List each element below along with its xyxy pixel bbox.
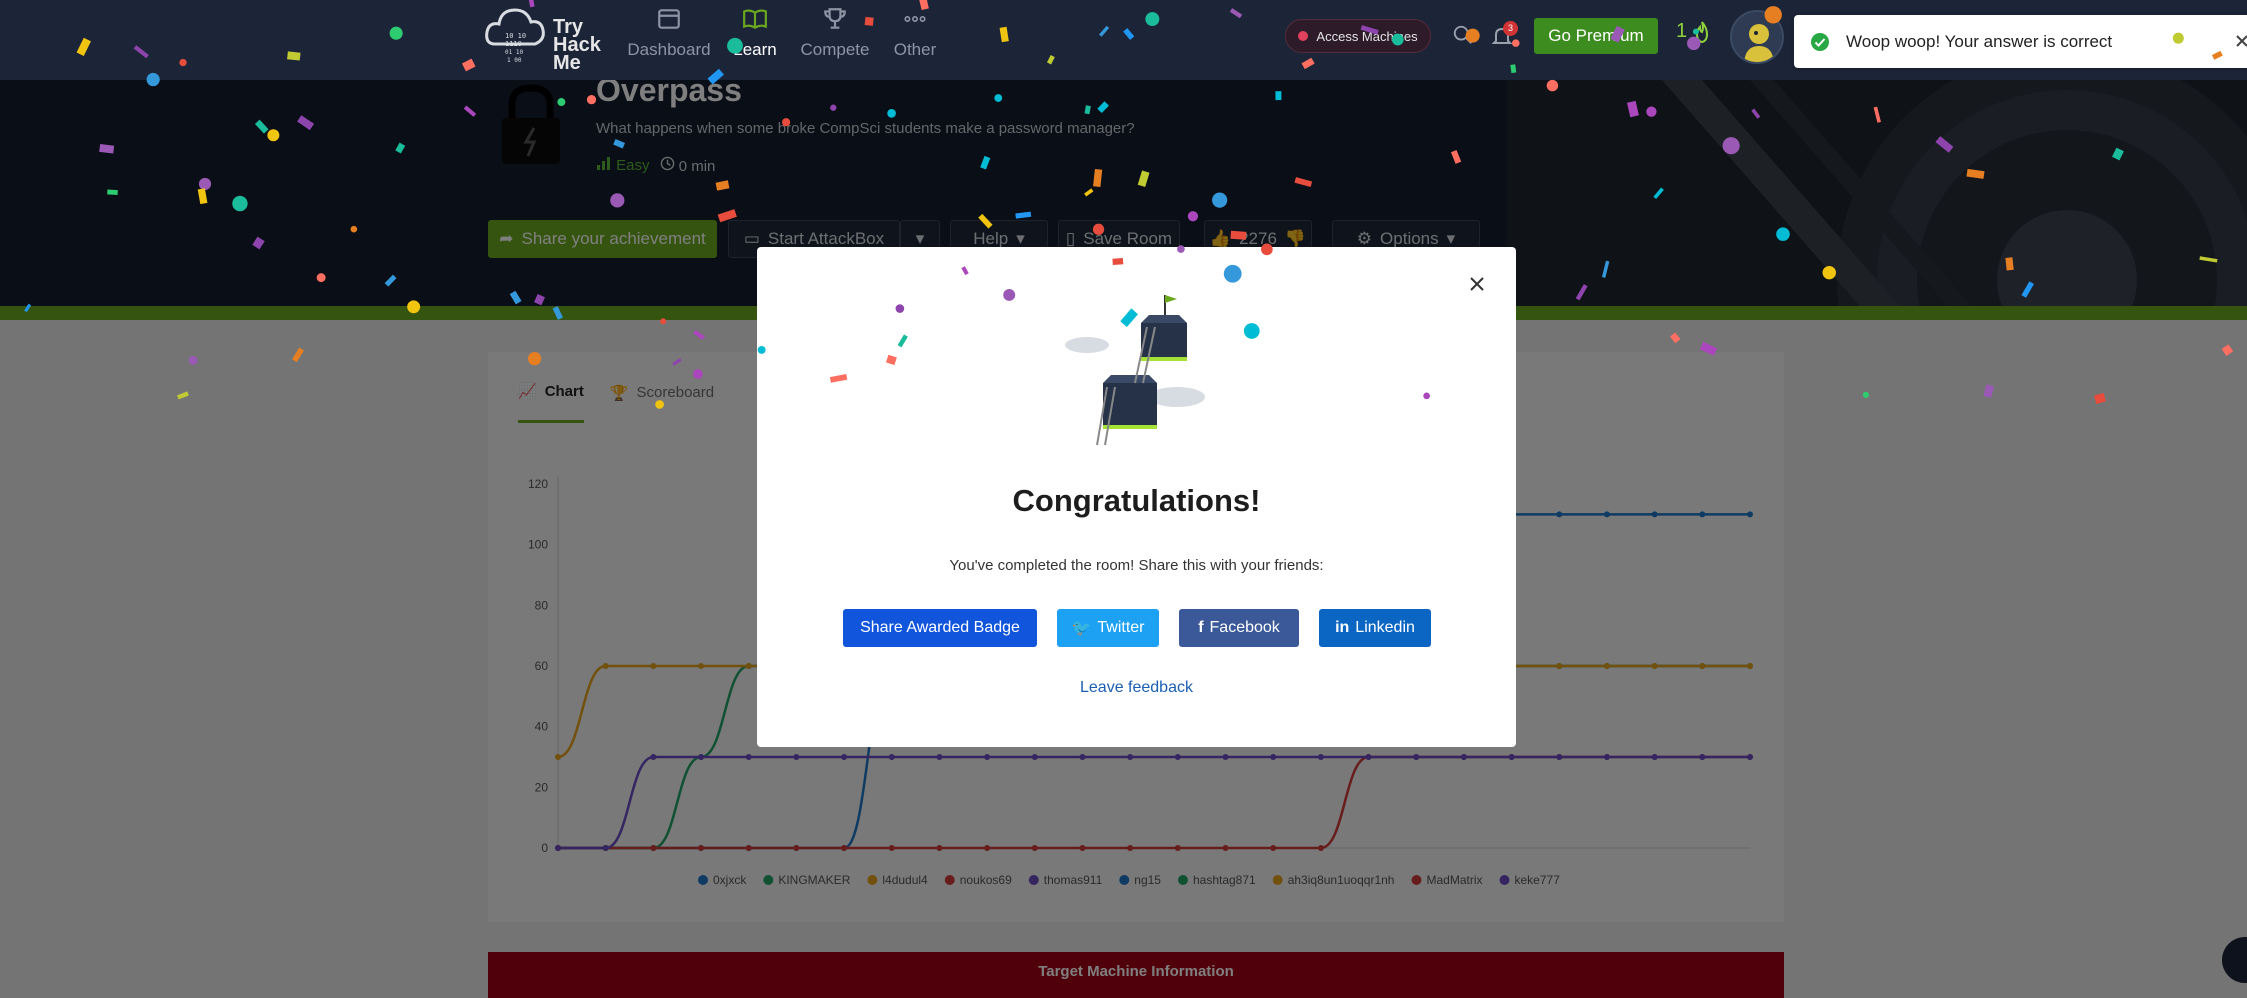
- dashboard-icon: [624, 6, 714, 36]
- flame-icon: [1696, 20, 1709, 43]
- avatar-image: [1744, 24, 1774, 62]
- status-dot: [1298, 31, 1309, 41]
- access-machines-button[interactable]: Access Machines: [1285, 19, 1431, 53]
- nav-item-label: Other: [893, 40, 937, 59]
- search-icon[interactable]: [1452, 24, 1474, 46]
- access-machines-label: Access Machines: [1316, 28, 1418, 44]
- nav-item-label: Dashboard: [627, 40, 711, 59]
- linkedin-share-button[interactable]: in Linkedin: [1319, 609, 1431, 647]
- check-circle-icon: [1811, 32, 1829, 51]
- streak-count: 1: [1676, 20, 1688, 42]
- linkedin-icon: in: [1335, 619, 1350, 636]
- linkedin-label: Linkedin: [1355, 619, 1415, 636]
- logo-line: Me: [553, 52, 581, 74]
- nav-item-compete[interactable]: Compete: [790, 6, 880, 60]
- twitter-label: Twitter: [1097, 619, 1145, 636]
- svg-text:01 10: 01 10: [505, 49, 523, 56]
- streak-counter[interactable]: 1: [1676, 20, 1711, 43]
- close-icon[interactable]: [2234, 33, 2247, 49]
- toast-message: Woop woop! Your answer is correct: [1846, 31, 2113, 51]
- leave-feedback-link[interactable]: Leave feedback: [757, 679, 1516, 697]
- twitter-share-button[interactable]: 🐦 Twitter: [1057, 609, 1159, 647]
- close-icon[interactable]: [1466, 273, 1488, 295]
- nav-item-dashboard[interactable]: Dashboard: [624, 6, 714, 60]
- svg-text:10 10: 10 10: [505, 32, 526, 40]
- nav-item-label: Compete: [800, 40, 870, 59]
- svg-text:1 00: 1 00: [507, 57, 522, 64]
- more-icon: [870, 6, 960, 36]
- nav-item-label: Learn: [733, 40, 777, 59]
- logo-text: Try Hack Me: [553, 17, 601, 74]
- nav-item-other[interactable]: Other: [870, 6, 960, 60]
- go-premium-button[interactable]: Go Premium: [1534, 18, 1658, 54]
- notification-badge: 3: [1503, 21, 1518, 36]
- share-badge-button[interactable]: Share Awarded Badge: [843, 609, 1037, 647]
- user-avatar[interactable]: [1730, 10, 1784, 64]
- modal-title: Congratulations!: [1012, 483, 1261, 518]
- success-toast: Woop woop! Your answer is correct: [1794, 15, 2247, 68]
- book-icon: [710, 6, 800, 36]
- twitter-icon: 🐦: [1071, 620, 1092, 637]
- cubes-ladder-illustration: [1065, 295, 1205, 446]
- trophy-icon: [790, 6, 880, 36]
- nav-item-learn[interactable]: Learn: [710, 6, 800, 60]
- facebook-label: Facebook: [1209, 619, 1280, 636]
- facebook-icon: f: [1198, 619, 1204, 636]
- modal-subtitle: You've completed the room! Share this wi…: [949, 557, 1324, 574]
- facebook-share-button[interactable]: f Facebook: [1179, 609, 1299, 647]
- congratulations-modal: Congratulations! You've completed the ro…: [757, 247, 1516, 747]
- svg-text:1110: 1110: [505, 40, 522, 48]
